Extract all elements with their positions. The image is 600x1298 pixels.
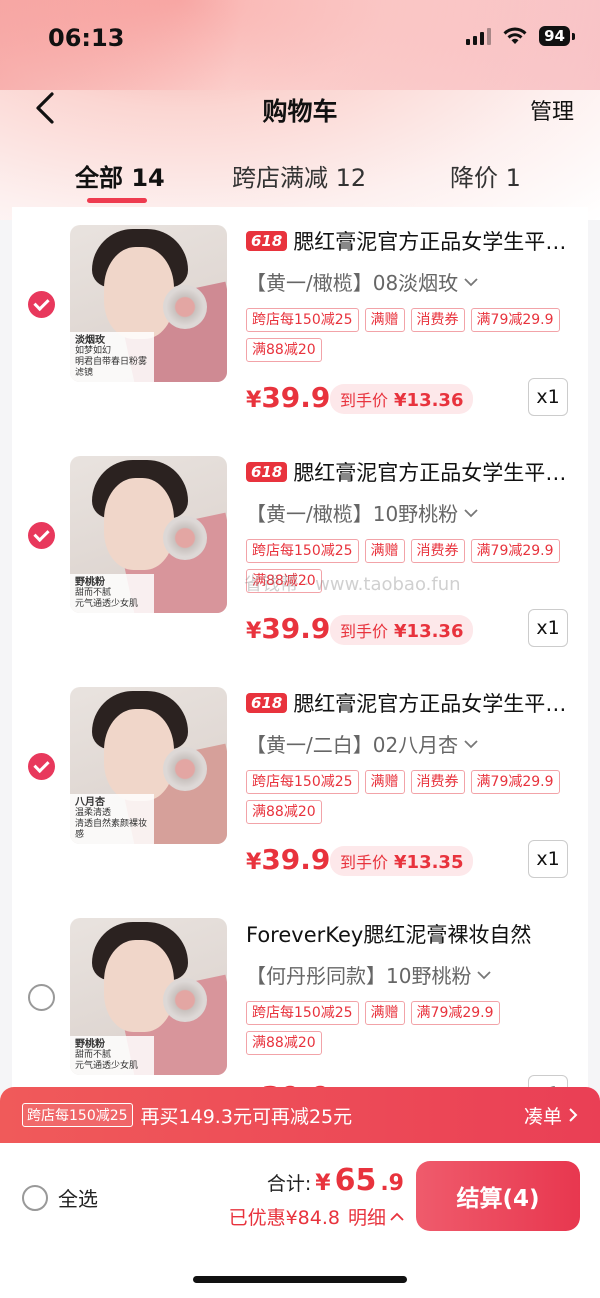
promo-tags: 跨店每150减25 满赠 消费券 满79减29.9 满88减20 [246, 770, 576, 824]
manage-button[interactable]: 管理 [530, 94, 574, 126]
thumbnail-caption: 淡烟玫 如梦如幻 明君自带春日粉雾滤镜 [70, 332, 154, 382]
tab-active-indicator [87, 198, 147, 203]
promo-tags: 跨店每150减25 满赠 满79减29.9 满88减20 [246, 1001, 576, 1055]
add-on-items-link[interactable]: 凑单 [524, 1102, 578, 1129]
tab-cross-store-discount[interactable]: 跨店满减 12 [232, 158, 366, 193]
promo-tag: 跨店每150减25 [246, 770, 359, 794]
sku-selector[interactable]: 【黄一/二白】02八月杏 [246, 729, 478, 758]
discount-amount: 已优惠¥84.8 [228, 1207, 340, 1229]
select-all-circle-icon [22, 1184, 48, 1211]
sku-selector[interactable]: 【何丹彤同款】10野桃粉 [246, 960, 492, 989]
watermark: 省钱帮 · www.taobao.fun [244, 574, 461, 595]
chevron-down-icon [464, 739, 478, 748]
home-indicator [193, 1276, 407, 1283]
item-checkbox[interactable] [28, 753, 55, 780]
618-badge: 618 [246, 231, 288, 251]
cross-store-promo-bar: 跨店每150减25 再买149.3元可再减25元 凑单 [0, 1087, 600, 1143]
discount-detail-link[interactable]: 明细 [348, 1203, 404, 1230]
checkout-button[interactable]: 结算(4) [416, 1161, 580, 1231]
cellular-signal-icon [466, 27, 492, 45]
cart-tabs: 全部 14 跨店满减 12 降价 1 [0, 150, 600, 206]
item-price: ¥39.9 [246, 843, 331, 876]
promo-tag: 满79减29.9 [410, 1001, 500, 1025]
product-title[interactable]: ForeverKey腮红泥膏裸妆自然 [246, 918, 576, 950]
product-thumbnail[interactable]: 八月杏 温柔清透 清透自然素颜裸妆感 [70, 687, 227, 844]
checkout-bar: 全选 合计: ¥65.9 已优惠¥84.8 明细 结算(4) [0, 1143, 600, 1298]
product-thumbnail[interactable]: 野桃粉 甜而不腻 元气通透少女肌 [70, 918, 227, 1075]
quantity-selector[interactable]: x1 [528, 378, 568, 416]
tab-all[interactable]: 全部 14 [75, 158, 165, 193]
final-price-badge: 到手价 ¥13.35 [330, 846, 474, 876]
cart-item: 八月杏温柔清透清透自然素颜裸妆感 618 腮红膏泥官方正品女学生平价裸妆自然 【… [12, 669, 588, 899]
promo-tag: 满79减29.9 [470, 770, 560, 794]
promo-tag: 满88减20 [246, 338, 322, 362]
618-badge: 618 [246, 693, 288, 713]
total-amount: 合计: ¥65.9 [266, 1163, 404, 1198]
discount-summary: 已优惠¥84.8 明细 [229, 1203, 404, 1230]
quantity-selector[interactable]: x1 [528, 840, 568, 878]
promo-tag: 跨店每150减25 [246, 539, 359, 563]
product-thumbnail[interactable]: 淡烟玫 如梦如幻 明君自带春日粉雾滤镜 [70, 225, 227, 382]
item-checkbox[interactable] [28, 522, 55, 549]
promo-tags: 跨店每150减25 满赠 消费券 满79减29.9 满88减20 [246, 308, 576, 362]
quantity-selector[interactable]: x1 [528, 609, 568, 647]
promo-bar-text: 再买149.3元可再减25元 [140, 1105, 353, 1128]
tab-price-drop[interactable]: 降价 1 [450, 158, 521, 193]
chevron-up-icon [390, 1212, 404, 1221]
promo-tag: 满79减29.9 [470, 539, 560, 563]
promo-tag: 满88减20 [246, 800, 322, 824]
status-bar: 06:13 94 [0, 0, 600, 76]
item-price: ¥39.9 [246, 381, 331, 414]
thumbnail-caption: 野桃粉 甜而不腻 元气通透少女肌 [70, 1036, 154, 1075]
cart-item: 野桃粉 甜而不腻 元气通透少女肌 ForeverKey腮红泥膏裸妆自然 【何丹彤同款… [12, 900, 588, 1097]
final-price-badge: 到手价 ¥13.36 [330, 384, 474, 414]
chevron-down-icon [464, 508, 478, 517]
618-badge: 618 [246, 462, 288, 482]
promo-tag: 满赠 [364, 539, 405, 563]
thumbnail-caption: 野桃粉 甜而不腻 元气通透少女肌 [70, 574, 154, 613]
promo-tag: 消费券 [410, 539, 465, 563]
status-time: 06:13 [48, 24, 125, 52]
chevron-right-icon [569, 1108, 578, 1122]
product-title[interactable]: 618 腮红膏泥官方正品女学生平价裸妆自然 [246, 687, 576, 719]
navigation-bar: 购物车 管理 [0, 80, 600, 136]
select-all-checkbox[interactable]: 全选 [22, 1183, 98, 1212]
sku-selector[interactable]: 【黄一/橄榄】08淡烟玫 [246, 267, 478, 296]
chevron-down-icon [464, 277, 478, 286]
product-title[interactable]: 618 腮红膏泥官方正品女学生平价裸妆自然 [246, 456, 576, 488]
promo-tag: 满赠 [364, 770, 405, 794]
wifi-icon [503, 27, 527, 44]
promo-tag: 消费券 [410, 770, 465, 794]
product-title[interactable]: 618 腮红膏泥官方正品女学生平价裸妆自然 [246, 225, 576, 257]
promo-tag: 跨店每150减25 [246, 308, 359, 332]
cart-item: 野桃粉甜而不腻元气通透少女肌 618 腮红膏泥官方正品女学生平价裸妆自然 【黄一… [12, 438, 588, 668]
chevron-down-icon [477, 970, 492, 979]
status-icons: 94 [466, 26, 575, 46]
battery-indicator: 94 [539, 26, 575, 46]
page-title: 购物车 [262, 97, 338, 126]
promo-tag: 满赠 [364, 308, 405, 332]
promo-tag: 消费券 [410, 308, 465, 332]
thumbnail-caption: 八月杏 温柔清透 清透自然素颜裸妆感 [70, 794, 154, 844]
item-checkbox[interactable] [28, 291, 55, 318]
promo-tag: 满88减20 [246, 1031, 322, 1055]
item-checkbox[interactable] [28, 984, 55, 1011]
final-price-badge: 到手价 ¥13.36 [330, 615, 474, 645]
item-price: ¥39.9 [246, 612, 331, 645]
promo-bar-tag: 跨店每150减25 [22, 1103, 133, 1127]
product-thumbnail[interactable]: 野桃粉 甜而不腻 元气通透少女肌 [70, 456, 227, 613]
cart-item: 淡烟玫如梦如幻明君自带春日粉雾滤镜 618 腮红膏泥官方正品女学生平价裸妆自然 … [12, 207, 588, 437]
cart-item-list[interactable]: 淡烟玫如梦如幻明君自带春日粉雾滤镜 618 腮红膏泥官方正品女学生平价裸妆自然 … [12, 207, 588, 1097]
promo-tag: 满79减29.9 [470, 308, 560, 332]
promo-tag: 跨店每150减25 [246, 1001, 359, 1025]
promo-tag: 满赠 [364, 1001, 405, 1025]
sku-selector[interactable]: 【黄一/橄榄】10野桃粉 [246, 498, 478, 527]
